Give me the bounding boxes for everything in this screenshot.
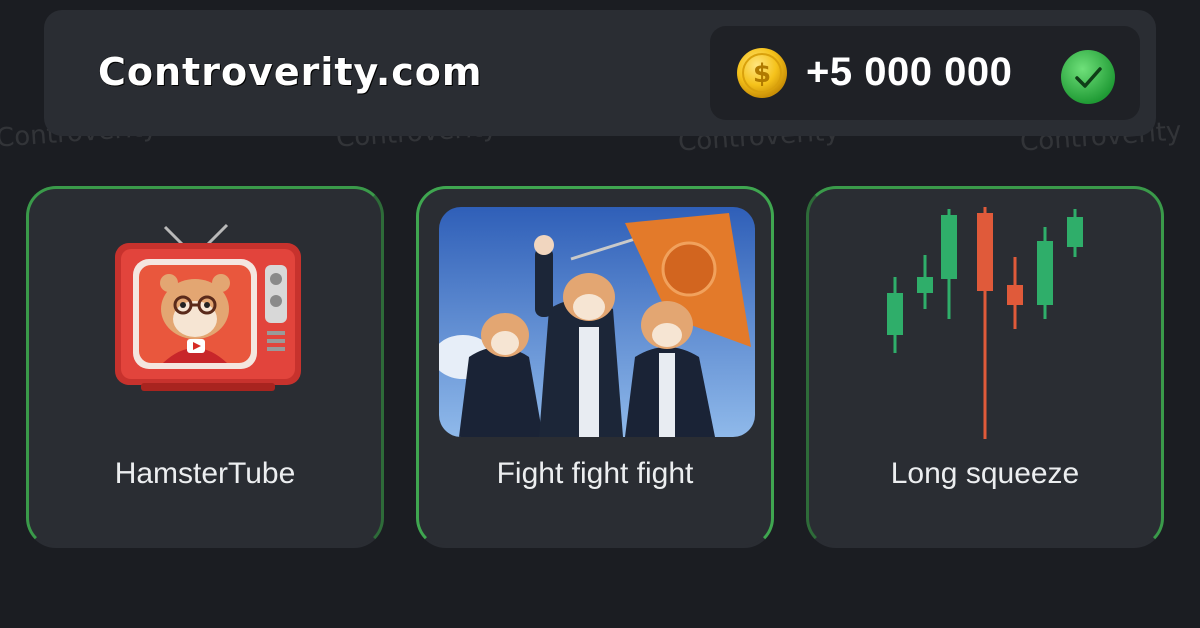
card-label: Long squeeze — [890, 457, 1080, 490]
card-hamstertube[interactable]: HamsterTube — [26, 186, 384, 548]
header-bar: Controverity.com $ +5 000 000 — [44, 10, 1156, 136]
brand-title: Controverity.com — [98, 50, 483, 94]
checkmark-icon[interactable] — [1060, 49, 1116, 105]
reward-amount: +5 000 000 — [806, 50, 1013, 94]
coin-icon: $ — [737, 48, 787, 98]
hamster-tv-icon — [115, 223, 301, 391]
hamsters-with-flag-image — [439, 207, 755, 437]
page: Controverity Controverity Controverity C… — [0, 0, 1200, 628]
candlestick-chart-icon — [887, 207, 1083, 439]
card-label: Fight fight fight — [496, 457, 694, 490]
card-fight-fight-fight[interactable]: Fight fight fight — [416, 186, 774, 548]
card-label: HamsterTube — [114, 457, 296, 490]
card-long-squeeze[interactable]: Long squeeze — [806, 186, 1164, 548]
reward-panel: $ +5 000 000 — [710, 26, 1140, 120]
svg-text:$: $ — [753, 59, 771, 89]
